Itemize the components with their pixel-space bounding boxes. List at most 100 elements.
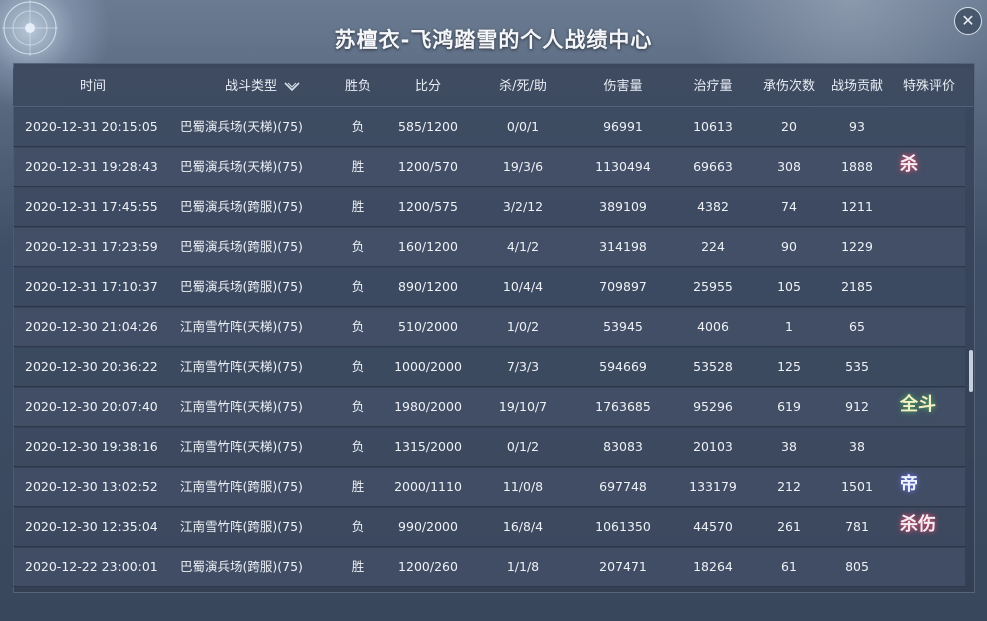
table-row[interactable]: 2020-12-31 17:23:59 巴蜀演兵场(跨服)(75) 负 160/… <box>13 228 965 267</box>
table-row[interactable]: 2020-12-30 20:07:40 江南雪竹阵(天梯)(75) 负 1980… <box>13 388 965 427</box>
table-row[interactable]: 2020-12-31 17:45:55 巴蜀演兵场(跨服)(75) 胜 1200… <box>13 188 965 227</box>
table-row[interactable]: 2020-12-30 19:38:16 江南雪竹阵(天梯)(75) 负 1315… <box>13 428 965 467</box>
table-row[interactable]: 2020-12-31 19:28:43 巴蜀演兵场(天梯)(75) 胜 1200… <box>13 148 965 187</box>
cell-result: 负 <box>351 279 365 294</box>
table-row[interactable]: 2020-12-22 23:00:01 巴蜀演兵场(跨服)(75) 胜 1200… <box>13 548 965 587</box>
cell-result: 胜 <box>351 479 365 494</box>
cell-result: 胜 <box>351 199 365 214</box>
cell-hits: 74 <box>781 199 797 214</box>
cell-result: 负 <box>351 319 365 334</box>
cell-time: 2020-12-30 12:35:04 <box>25 519 158 534</box>
cell-result: 负 <box>351 439 365 454</box>
cell-contribution: 1211 <box>841 199 873 214</box>
header-damage: 伤害量 <box>603 79 643 94</box>
cell-time: 2020-12-30 21:04:26 <box>25 319 158 334</box>
table-row[interactable]: 2020-12-30 21:04:26 江南雪竹阵(天梯)(75) 负 510/… <box>13 308 965 347</box>
cell-kda: 19/10/7 <box>498 399 548 414</box>
cell-type: 巴蜀演兵场(天梯)(75) <box>180 119 303 134</box>
cell-heal: 4382 <box>697 199 729 214</box>
badge-all-fight: 全斗 <box>900 394 936 415</box>
cell-type: 巴蜀演兵场(天梯)(75) <box>180 159 303 174</box>
close-icon: ✕ <box>961 11 975 30</box>
cell-hits: 308 <box>777 159 801 174</box>
cell-heal: 53528 <box>693 359 733 374</box>
cell-kda: 3/2/12 <box>502 199 544 214</box>
page-title: 苏檀衣-飞鸿踏雪的个人战绩中心 <box>334 28 653 52</box>
cell-kda: 11/0/8 <box>502 479 544 494</box>
cell-kda: 7/3/3 <box>506 359 540 374</box>
table-row[interactable]: 2020-12-31 20:15:05 巴蜀演兵场(天梯)(75) 负 585/… <box>13 108 965 147</box>
cell-score: 1200/575 <box>398 199 458 214</box>
cell-time: 2020-12-30 20:07:40 <box>25 399 158 414</box>
cell-type: 江南雪竹阵(跨服)(75) <box>180 479 303 494</box>
cell-result: 负 <box>351 399 365 414</box>
cell-type: 巴蜀演兵场(跨服)(75) <box>180 239 303 254</box>
cell-type: 巴蜀演兵场(跨服)(75) <box>180 279 303 294</box>
cell-contribution: 38 <box>849 439 865 454</box>
header-contribution: 战场贡献 <box>830 79 883 94</box>
cell-contribution: 2185 <box>841 279 873 294</box>
cell-time: 2020-12-30 19:38:16 <box>25 439 158 454</box>
header-battle-type-label: 战斗类型 <box>224 79 277 94</box>
cell-time: 2020-12-31 17:10:37 <box>25 279 158 294</box>
cell-score: 1200/570 <box>398 159 458 174</box>
cell-hits: 61 <box>781 559 797 574</box>
cell-score: 510/2000 <box>398 319 458 334</box>
cell-contribution: 1229 <box>841 239 873 254</box>
cell-damage: 53945 <box>603 319 643 334</box>
cell-hits: 125 <box>777 359 801 374</box>
header-heal: 治疗量 <box>693 79 733 94</box>
table-row[interactable]: 2020-12-30 13:02:52 江南雪竹阵(跨服)(75) 胜 2000… <box>13 468 965 507</box>
cell-type: 江南雪竹阵(天梯)(75) <box>180 359 303 374</box>
cell-heal: 69663 <box>693 159 733 174</box>
chevron-down-icon[interactable] <box>283 81 301 93</box>
table-row[interactable]: 2020-12-30 12:35:04 江南雪竹阵(跨服)(75) 负 990/… <box>13 508 965 547</box>
cell-type: 巴蜀演兵场(跨服)(75) <box>180 559 303 574</box>
close-button[interactable]: ✕ <box>954 7 982 35</box>
cell-heal: 10613 <box>693 119 733 134</box>
cell-kda: 1/1/8 <box>506 559 540 574</box>
cell-heal: 44570 <box>693 519 733 534</box>
cell-heal: 18264 <box>693 559 733 574</box>
cell-contribution: 535 <box>845 359 869 374</box>
header-time: 时间 <box>79 79 106 94</box>
table-row[interactable]: 2020-12-31 17:10:37 巴蜀演兵场(跨服)(75) 负 890/… <box>13 268 965 307</box>
cell-damage: 1763685 <box>595 399 651 414</box>
cell-time: 2020-12-31 17:45:55 <box>25 199 158 214</box>
cell-result: 胜 <box>351 559 365 574</box>
cell-contribution: 93 <box>849 119 865 134</box>
cell-damage: 83083 <box>603 439 643 454</box>
cell-heal: 20103 <box>693 439 733 454</box>
cell-heal: 224 <box>701 239 725 254</box>
scrollbar-thumb[interactable] <box>969 350 973 392</box>
cell-contribution: 65 <box>849 319 865 334</box>
cell-contribution: 1888 <box>841 159 873 174</box>
cell-damage: 697748 <box>599 479 647 494</box>
cell-contribution: 781 <box>845 519 869 534</box>
cell-type: 巴蜀演兵场(跨服)(75) <box>180 199 303 214</box>
cell-heal: 25955 <box>693 279 733 294</box>
cell-type: 江南雪竹阵(天梯)(75) <box>180 399 303 414</box>
table-row[interactable]: 2020-12-30 20:36:22 江南雪竹阵(天梯)(75) 负 1000… <box>13 348 965 387</box>
cell-damage: 1130494 <box>595 159 651 174</box>
cell-damage: 1061350 <box>595 519 651 534</box>
header-battle-type[interactable]: 战斗类型 <box>188 68 338 106</box>
cell-hits: 20 <box>781 119 797 134</box>
cell-hits: 1 <box>785 319 793 334</box>
cell-score: 585/1200 <box>398 119 458 134</box>
cell-heal: 95296 <box>693 399 733 414</box>
cell-time: 2020-12-30 13:02:52 <box>25 479 158 494</box>
cell-time: 2020-12-30 20:36:22 <box>25 359 158 374</box>
cell-damage: 594669 <box>599 359 647 374</box>
table-header: 时间 战斗类型 胜负 比分 杀/死/助 伤害量 治疗量 承伤次数 战场贡献 特殊… <box>13 68 973 107</box>
cell-hits: 105 <box>777 279 801 294</box>
cell-result: 负 <box>351 519 365 534</box>
badge-kill-damage: 杀伤 <box>900 514 936 535</box>
header-kda: 杀/死/助 <box>499 79 547 94</box>
cell-damage: 709897 <box>599 279 647 294</box>
cell-kda: 4/1/2 <box>506 239 540 254</box>
cell-damage: 389109 <box>599 199 647 214</box>
cell-time: 2020-12-31 19:28:43 <box>25 159 158 174</box>
cell-hits: 261 <box>777 519 801 534</box>
cell-hits: 38 <box>781 439 797 454</box>
